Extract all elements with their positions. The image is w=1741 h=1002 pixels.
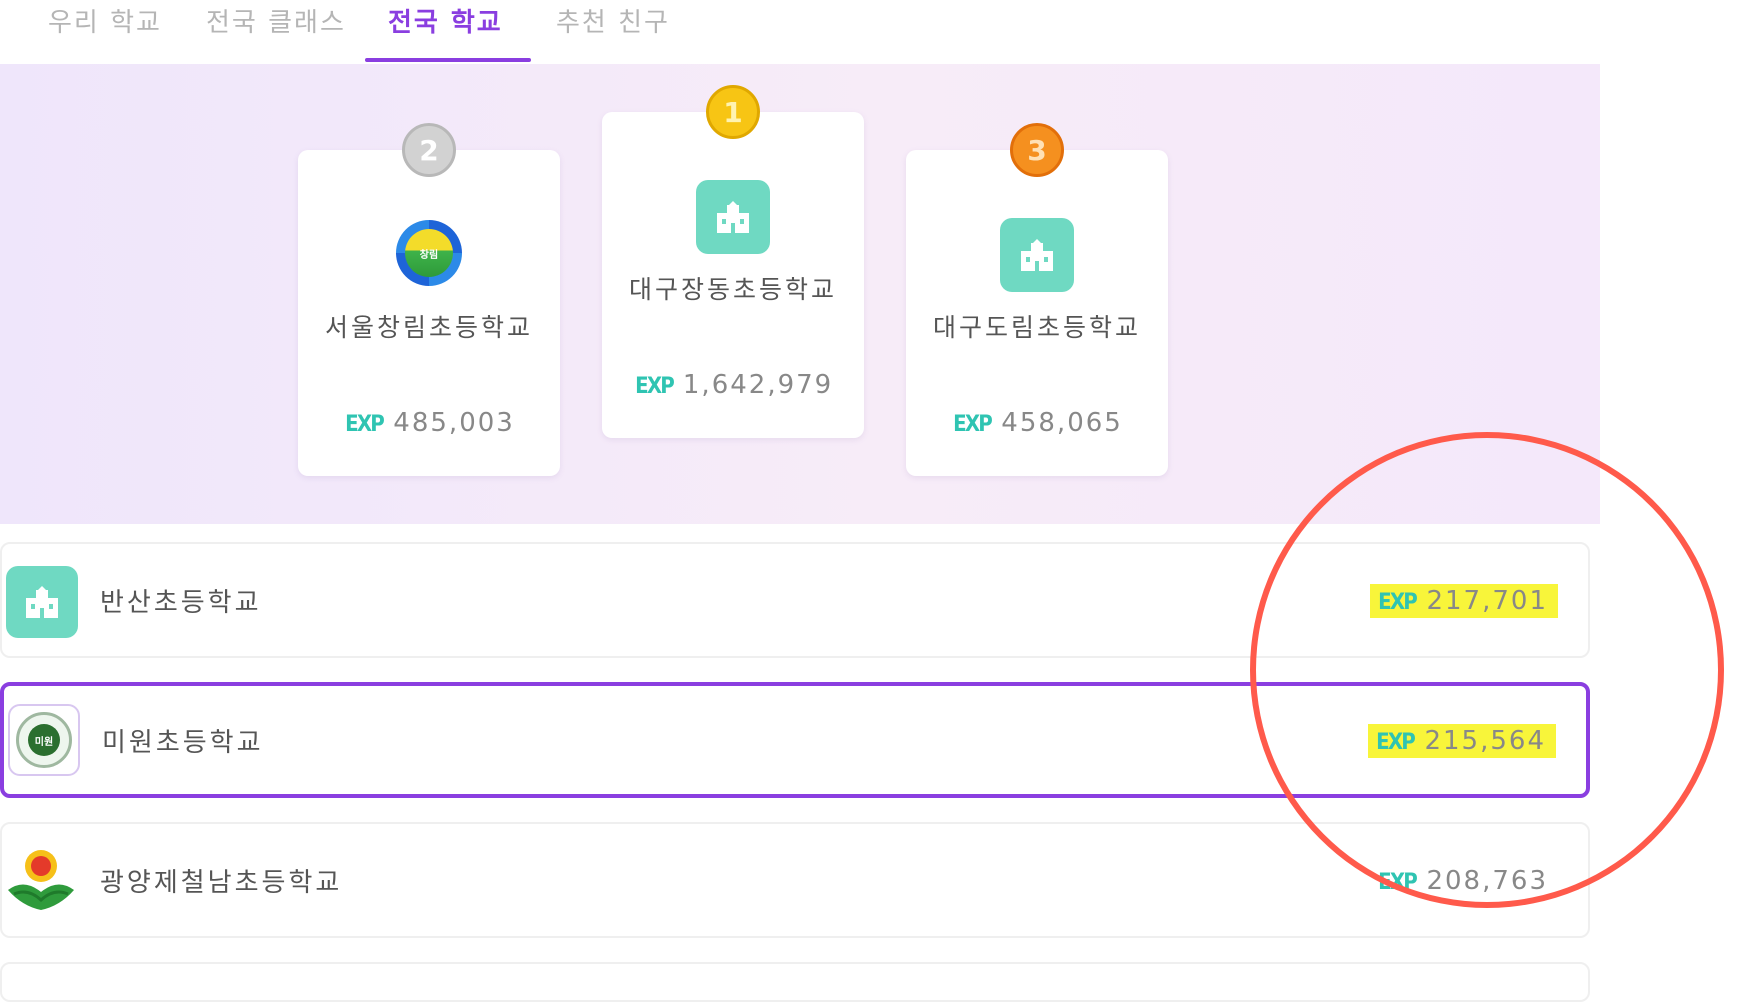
school-name: 대구장동초등학교 xyxy=(628,275,837,304)
tab-national-class[interactable]: 전국 클래스 xyxy=(206,2,346,57)
exp-value: 458,065 xyxy=(1001,408,1123,438)
school-emblem-icon xyxy=(4,844,78,916)
top-three-podium: 2 창림 서울창림초등학교 EXP 485,003 1 대구장동초등학교 EXP 1… xyxy=(0,64,1600,524)
exp-label: EXP xyxy=(1378,590,1418,615)
school-exp: EXP 208,763 xyxy=(1370,864,1558,898)
rank-number: 2 xyxy=(419,133,439,167)
emblem-text: 창림 xyxy=(419,249,439,261)
exp-value: 208,763 xyxy=(1426,866,1548,896)
school-exp: EXP 1,642,979 xyxy=(602,370,864,400)
ranking-row-my-school[interactable]: 미원 미원초등학교 EXP 215,564 xyxy=(0,682,1590,798)
school-name: 반산초등학교 xyxy=(100,588,262,618)
emblem-text: 미원 xyxy=(34,736,54,748)
rank-number: 1 xyxy=(723,95,743,129)
rank-medal-gold: 1 xyxy=(706,85,760,139)
active-tab-indicator xyxy=(365,58,531,62)
tab-national-school[interactable]: 전국 학교 xyxy=(388,2,503,57)
exp-label: EXP xyxy=(634,374,675,399)
ranking-tabs: 우리 학교 전국 클래스 전국 학교 추천 친구 xyxy=(0,0,1741,64)
exp-label: EXP xyxy=(1376,730,1416,755)
school-exp: EXP 458,065 xyxy=(906,408,1168,438)
school-exp: EXP 215,564 xyxy=(1368,724,1556,758)
school-name: 대구도림초등학교 xyxy=(932,313,1141,342)
tab-our-school[interactable]: 우리 학교 xyxy=(48,2,162,57)
school-name: 서울창림초등학교 xyxy=(324,313,533,342)
school-building-icon xyxy=(6,566,78,638)
podium-card-first[interactable]: 1 대구장동초등학교 EXP 1,642,979 xyxy=(602,85,864,438)
school-building-icon xyxy=(696,180,770,254)
school-exp: EXP 485,003 xyxy=(298,408,560,438)
exp-value: 485,003 xyxy=(393,408,515,438)
ranking-row[interactable] xyxy=(0,962,1590,1002)
school-emblem-icon: 미원 xyxy=(8,704,80,776)
tab-recommended-friends[interactable]: 추천 친구 xyxy=(556,2,670,57)
ranking-row[interactable]: 광양제철남초등학교 EXP 208,763 xyxy=(0,822,1590,938)
exp-label: EXP xyxy=(1378,870,1418,895)
exp-value: 1,642,979 xyxy=(682,370,834,400)
ranking-row[interactable]: 반산초등학교 EXP 217,701 xyxy=(0,542,1590,658)
exp-value: 217,701 xyxy=(1426,586,1548,616)
exp-label: EXP xyxy=(953,412,993,437)
exp-label: EXP xyxy=(345,412,385,437)
school-name: 광양제철남초등학교 xyxy=(100,868,343,898)
school-exp: EXP 217,701 xyxy=(1370,584,1558,618)
rank-number: 3 xyxy=(1027,133,1047,167)
podium-card-second[interactable]: 2 창림 서울창림초등학교 EXP 485,003 xyxy=(298,123,560,476)
school-emblem-icon: 창림 xyxy=(396,220,462,286)
rank-medal-silver: 2 xyxy=(402,123,456,177)
rank-medal-bronze: 3 xyxy=(1010,123,1064,177)
school-building-icon xyxy=(1000,218,1074,292)
school-name: 미원초등학교 xyxy=(102,728,264,758)
exp-value: 215,564 xyxy=(1424,726,1546,756)
podium-card-third[interactable]: 3 대구도림초등학교 EXP 458,065 xyxy=(906,123,1168,476)
